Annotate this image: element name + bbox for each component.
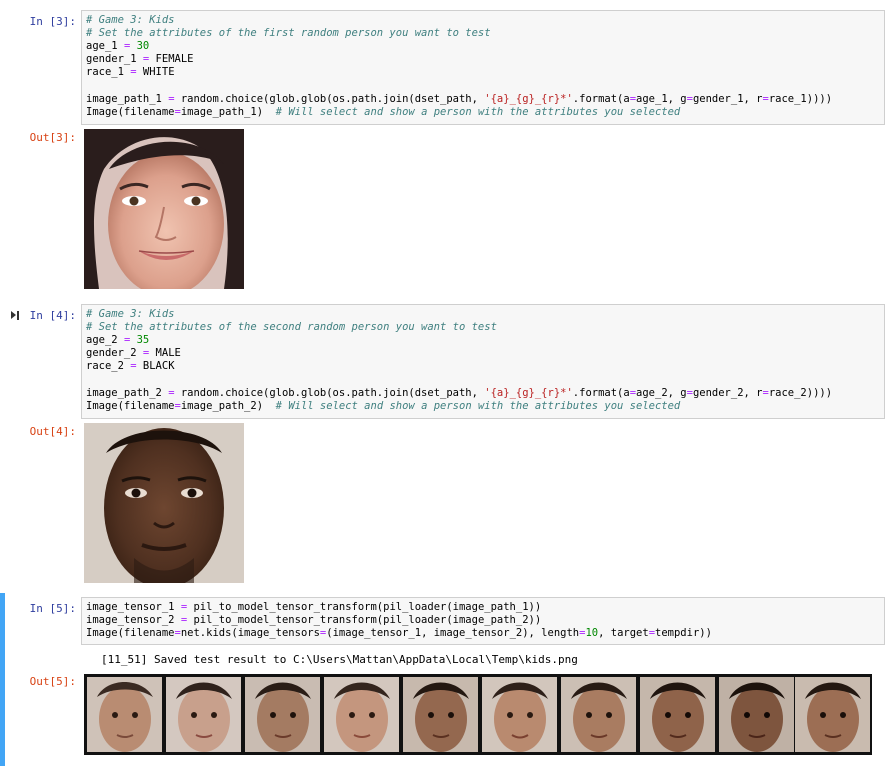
kid-face-3	[245, 677, 320, 752]
kid-face-7	[561, 677, 636, 752]
input-prompt: In [4]:	[29, 309, 76, 322]
kid-face-10	[795, 677, 870, 752]
output-prompt: Out[3]:	[29, 131, 76, 144]
kids-result-image	[84, 674, 872, 755]
input-prompt: In [5]:	[29, 602, 76, 615]
female-face-image	[84, 129, 244, 289]
male-face-image	[84, 423, 244, 583]
notebook-cell-3[interactable]: In [3]: # Game 3: Kids # Set the attribu…	[0, 0, 890, 295]
output-prompt: Out[4]:	[29, 425, 76, 438]
kid-face-4	[324, 677, 399, 752]
kid-face-8	[640, 677, 715, 752]
stdout-text: [11_51] Saved test result to C:\Users\Ma…	[101, 653, 578, 666]
kid-face-1	[87, 677, 162, 752]
output-prompt: Out[5]:	[29, 675, 76, 688]
code-editor[interactable]: # Game 3: Kids # Set the attributes of t…	[81, 304, 885, 419]
notebook-cell-4[interactable]: In [4]: # Game 3: Kids # Set the attribu…	[0, 300, 890, 590]
kid-face-2	[166, 677, 241, 752]
kid-face-6	[482, 677, 557, 752]
code-editor[interactable]: image_tensor_1 = pil_to_model_tensor_tra…	[81, 597, 885, 645]
input-prompt: In [3]:	[29, 15, 76, 28]
kid-face-5	[403, 677, 478, 752]
code-editor[interactable]: # Game 3: Kids # Set the attributes of t…	[81, 10, 885, 125]
kid-face-9	[719, 677, 794, 752]
